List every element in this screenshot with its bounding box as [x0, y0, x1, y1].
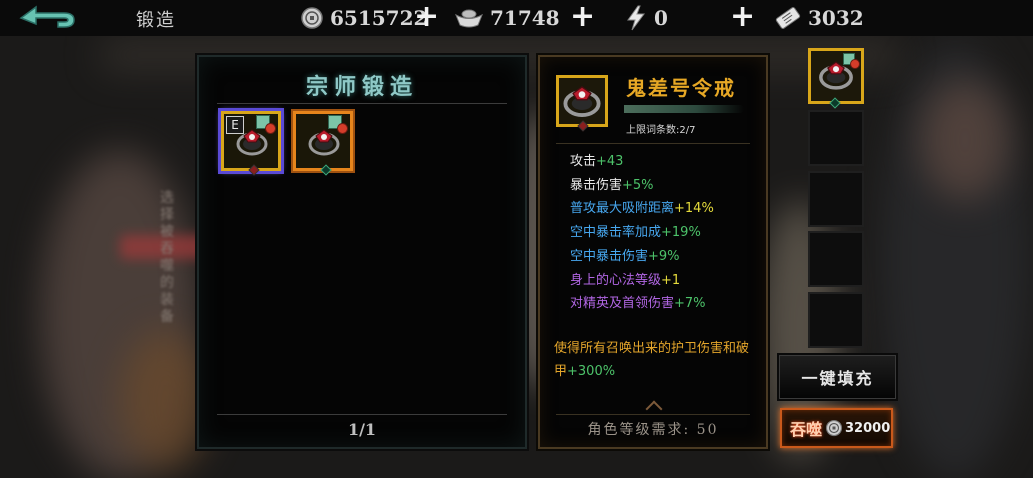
- item-detail-panel: 鬼差号令戒 上限词条数:2/7 攻击+43 暴击伤害+5% 普攻最大吸附距离+1…: [538, 55, 768, 449]
- background-hint-text: 选择被吞噬的装备: [160, 190, 174, 325]
- divider: [556, 143, 750, 144]
- forge-panel: 宗师锻造 E 1/1: [197, 55, 527, 449]
- ingot-resource: 71748: [454, 4, 560, 32]
- auto-fill-button[interactable]: 一键填充: [779, 355, 896, 399]
- stamina-resource: 0: [624, 4, 668, 32]
- coin-icon: [825, 419, 843, 437]
- forge-panel-title: 宗师锻造: [305, 75, 418, 100]
- page-indicator: 1/1: [347, 420, 377, 439]
- coin-icon: [300, 6, 324, 30]
- material-slot-empty[interactable]: [808, 171, 864, 227]
- stat-row: 空中暴击伤害+9%: [570, 248, 680, 264]
- material-slot-empty[interactable]: [808, 231, 864, 287]
- ring-icon: [308, 129, 340, 156]
- ticket-resource: 3032: [774, 4, 864, 32]
- material-slot-filled[interactable]: [808, 48, 864, 109]
- lightning-icon: [624, 5, 648, 31]
- ticket-icon: [774, 6, 802, 30]
- stat-row: 对精英及首领伤害+7%: [570, 296, 706, 312]
- level-requirement: 角色等级需求: 50: [587, 422, 719, 438]
- name-underline: [624, 105, 744, 113]
- add-coin-button[interactable]: +: [414, 2, 439, 32]
- stat-row: 暴击伤害+5%: [570, 177, 654, 193]
- stat-list: 攻击+43 暴击伤害+5% 普攻最大吸附距离+14% 空中暴击率加成+19% 空…: [570, 150, 714, 316]
- add-ingot-button[interactable]: +: [570, 2, 595, 32]
- skill-description: 使得所有召唤出来的护卫伤害和破甲+300%: [554, 341, 750, 379]
- material-slot-empty[interactable]: [808, 292, 864, 348]
- divider: [556, 414, 750, 415]
- devour-cost: 32000: [845, 420, 891, 436]
- stat-row: 攻击+43: [570, 154, 624, 169]
- back-button[interactable]: [18, 3, 78, 33]
- ring-icon: [236, 129, 268, 156]
- ingot-icon: [454, 6, 484, 30]
- add-stamina-button[interactable]: +: [730, 2, 755, 32]
- item-icon: [556, 75, 608, 132]
- equipment-slot[interactable]: [293, 111, 353, 176]
- stat-row: 身上的心法等级+1: [570, 272, 681, 288]
- top-bar: 锻造 6515722 + 71748 + 0 + 3032: [0, 0, 1033, 36]
- quality-gem-icon: [320, 164, 332, 176]
- stat-row: 普攻最大吸附距离+14%: [570, 201, 714, 217]
- divider: [217, 414, 507, 415]
- back-arrow-icon: [19, 5, 75, 28]
- ticket-value: 3032: [808, 6, 864, 30]
- ring-icon: [819, 61, 853, 90]
- devour-label: 吞噬: [790, 420, 823, 439]
- coin-resource: 6515722: [300, 4, 427, 32]
- equipment-slot-selected[interactable]: E: [221, 111, 281, 176]
- ingot-value: 71748: [490, 6, 560, 30]
- page-title: 锻造: [136, 10, 176, 31]
- ring-icon: [563, 86, 601, 117]
- stamina-value: 0: [654, 6, 668, 30]
- quality-gem-icon: [248, 164, 260, 176]
- entry-count: 上限词条数:2/7: [626, 125, 696, 136]
- item-name: 鬼差号令戒: [626, 76, 736, 100]
- stat-row: 空中暴击率加成+19%: [570, 225, 701, 241]
- coin-value: 6515722: [330, 6, 428, 30]
- divider: [217, 103, 507, 104]
- devour-button[interactable]: 吞噬 32000: [780, 408, 893, 448]
- material-slot-empty[interactable]: [808, 110, 864, 166]
